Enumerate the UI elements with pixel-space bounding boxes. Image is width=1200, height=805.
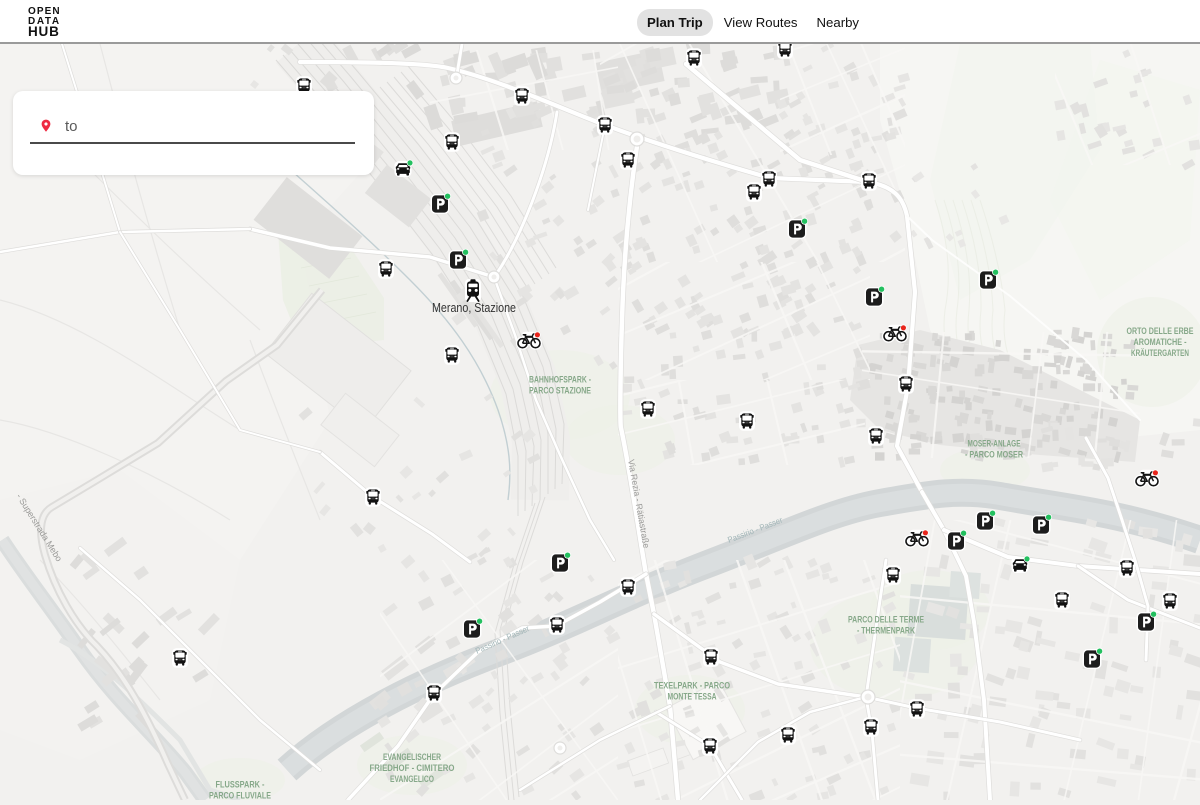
svg-text:BAHNHOFSPARK -PARCO STAZIONE: BAHNHOFSPARK -PARCO STAZIONE bbox=[529, 375, 591, 396]
svg-text:MOSER-ANLAGE- PARCO MOSER: MOSER-ANLAGE- PARCO MOSER bbox=[965, 439, 1023, 460]
svg-text:FLUSSPARK -PARCO FLUVIALE: FLUSSPARK -PARCO FLUVIALE bbox=[209, 780, 271, 801]
svg-text:PARCO DELLE TERME- THERMENPARK: PARCO DELLE TERME- THERMENPARK bbox=[848, 615, 924, 636]
svg-text:Merano, Stazione: Merano, Stazione bbox=[432, 301, 516, 315]
svg-text:ORTO DELLE ERBEAROMATICHE -KRÄ: ORTO DELLE ERBEAROMATICHE -KRÄUTERGARTEN bbox=[1127, 326, 1194, 358]
